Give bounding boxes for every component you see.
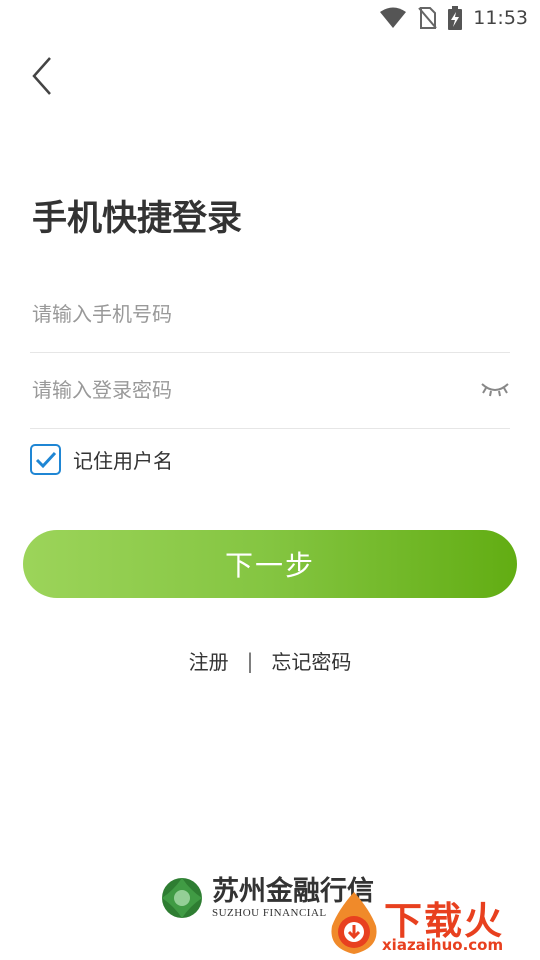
link-separator: | (246, 648, 254, 673)
register-link[interactable]: 注册 (189, 646, 229, 675)
status-time: 11:53 (473, 7, 528, 29)
remember-username: 记住用户名 (30, 444, 173, 475)
back-button[interactable] (28, 56, 56, 96)
battery-charging-icon (448, 6, 463, 30)
watermark: 下载火 xiazaihuo.com (326, 890, 540, 956)
remember-checkbox[interactable] (30, 444, 61, 475)
checkmark-icon (35, 451, 56, 468)
chevron-left-icon (32, 57, 51, 95)
password-field (30, 352, 510, 429)
phone-field (30, 276, 510, 353)
eye-closed-icon[interactable] (480, 376, 510, 400)
no-sim-icon (418, 7, 437, 29)
wifi-icon (380, 7, 407, 28)
page-title: 手机快捷登录 (32, 199, 243, 239)
brand-logo-icon (162, 878, 202, 918)
watermark-text-en: xiazaihuo.com (382, 936, 504, 954)
forgot-password-link[interactable]: 忘记密码 (271, 646, 351, 675)
remember-label: 记住用户名 (73, 449, 173, 473)
phone-input[interactable] (30, 302, 510, 326)
status-bar: 11:53 (0, 0, 540, 36)
auth-links: 注册 | 忘记密码 (0, 646, 540, 675)
password-input[interactable] (30, 378, 510, 402)
next-button[interactable]: 下一步 (23, 530, 517, 598)
flame-logo-icon (331, 892, 377, 954)
